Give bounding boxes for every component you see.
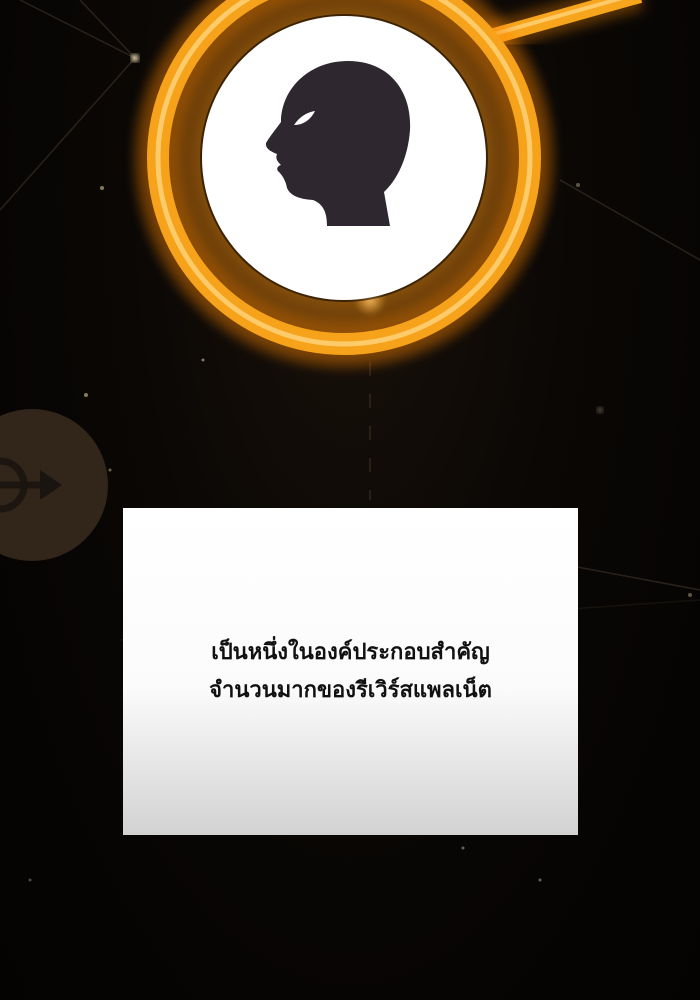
main-node [126,0,562,376]
starfield-background [0,0,700,882]
caption-line-2: จำนวนมากของรีเวิร์สแพลเน็ต [209,677,492,703]
comic-panel: เป็นหนึ่งในองค์ประกอบสำคัญ จำนวนมากของรี… [0,0,700,1000]
side-node [0,409,108,561]
caption-line-1: เป็นหนึ่งในองค์ประกอบสำคัญ [211,639,490,665]
caption-box: เป็นหนึ่งในองค์ประกอบสำคัญ จำนวนมากของรี… [123,508,578,835]
